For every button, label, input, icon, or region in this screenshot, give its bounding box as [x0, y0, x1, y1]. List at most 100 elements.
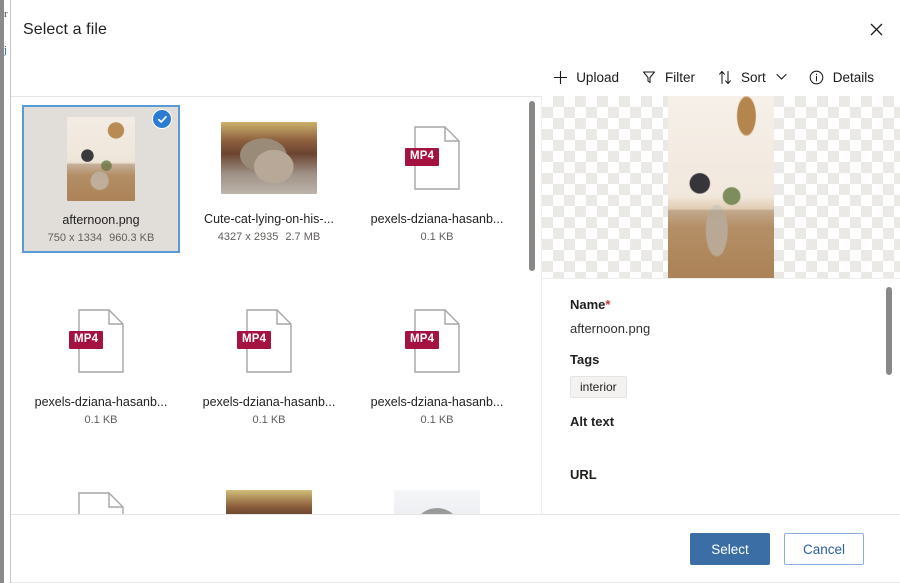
screenshot-root: r j Select a file Up	[0, 0, 900, 583]
file-preview	[542, 96, 900, 279]
details-label: Details	[833, 70, 874, 85]
sort-label: Sort	[741, 70, 766, 85]
file-name: Cute-cat-lying-on-his-...	[204, 212, 334, 226]
file-card[interactable]: Cute-cat-lying-on-his-... 4327 x 2935 2.7…	[190, 105, 348, 253]
filter-label: Filter	[665, 70, 695, 85]
sort-button[interactable]: Sort	[707, 63, 797, 91]
file-name: afternoon.png	[62, 213, 139, 227]
file-card[interactable]: afternoon.png 750 x 1334 960.3 KB	[22, 105, 180, 253]
cancel-button[interactable]: Cancel	[784, 533, 864, 565]
file-card[interactable]	[358, 471, 516, 514]
file-size: 960.3 KB	[109, 232, 154, 244]
mp4-file-icon: MP4	[75, 492, 127, 514]
chevron-down-icon	[776, 73, 787, 81]
url-label: URL	[570, 467, 878, 482]
mp4-file-icon: MP4	[243, 309, 295, 373]
filter-button[interactable]: Filter	[631, 63, 705, 91]
mp4-file-icon: MP4	[75, 309, 127, 373]
dialog-footer: Select Cancel	[11, 514, 900, 583]
select-file-dialog: Select a file Upload	[11, 0, 900, 583]
file-name: pexels-dziana-hasanb...	[371, 395, 504, 409]
file-thumbnail-wrap	[24, 107, 178, 211]
name-value[interactable]: afternoon.png	[570, 321, 878, 336]
file-thumbnail-wrap: MP4	[359, 289, 515, 393]
background-page-scrollbar	[0, 0, 4, 583]
upload-label: Upload	[576, 70, 619, 85]
tag-chip[interactable]: interior	[570, 376, 627, 398]
close-button[interactable]	[860, 13, 892, 45]
file-thumbnail-wrap	[191, 472, 347, 514]
file-name: pexels-dziana-hasanb...	[35, 395, 168, 409]
file-size: 0.1 KB	[252, 414, 285, 426]
file-grid: afternoon.png 750 x 1334 960.3 KB Cute-ca…	[17, 105, 541, 514]
mp4-badge-label: MP4	[405, 331, 439, 349]
file-thumbnail-wrap	[191, 106, 347, 210]
file-meta: 0.1 KB	[252, 414, 285, 426]
file-size: 0.1 KB	[420, 231, 453, 243]
required-asterisk: *	[605, 297, 610, 312]
file-thumbnail-image	[221, 122, 317, 194]
info-circle-icon	[809, 69, 825, 85]
file-grid-pane: afternoon.png 750 x 1334 960.3 KB Cute-ca…	[11, 96, 541, 514]
check-icon	[157, 114, 168, 125]
alt-text-field: Alt text	[570, 414, 878, 429]
tags-field: Tags interior	[570, 352, 878, 398]
plus-icon	[552, 69, 568, 85]
file-card[interactable]: MP4 pexels-dziana-hasanb... 0.1 KB	[22, 288, 180, 436]
file-grid-scrollbar-thumb[interactable]	[529, 101, 535, 271]
file-size: 2.7 MB	[285, 231, 320, 243]
file-size: 0.1 KB	[420, 414, 453, 426]
file-card[interactable]: MP4 pexels-dziana-hasanb... 0.1 KB	[358, 105, 516, 253]
file-thumbnail-image	[67, 117, 135, 201]
file-card[interactable]: MP4 pexels-dziana-hasanb... 0.1 KB	[358, 288, 516, 436]
file-thumbnail-wrap: MP4	[23, 289, 179, 393]
close-icon	[870, 23, 883, 36]
dialog-title: Select a file	[23, 21, 107, 39]
select-button[interactable]: Select	[690, 533, 770, 565]
file-thumbnail-wrap: MP4	[191, 289, 347, 393]
file-thumbnail-wrap: MP4	[359, 106, 515, 210]
file-card[interactable]	[190, 471, 348, 514]
mp4-file-icon: MP4	[411, 309, 463, 373]
file-card[interactable]: MP4	[22, 471, 180, 514]
file-grid-scroll-area: afternoon.png 750 x 1334 960.3 KB Cute-ca…	[11, 97, 541, 514]
preview-image	[668, 96, 774, 278]
mp4-file-icon: MP4	[411, 126, 463, 190]
upload-button[interactable]: Upload	[542, 63, 629, 91]
mp4-badge-label: MP4	[405, 148, 439, 166]
details-button[interactable]: Details	[799, 63, 884, 91]
file-name: pexels-dziana-hasanb...	[371, 212, 504, 226]
alt-text-label: Alt text	[570, 414, 878, 429]
background-page-edge: r j	[0, 0, 11, 583]
background-glyph-top: r	[4, 8, 8, 20]
details-scrollbar[interactable]	[884, 287, 894, 506]
tags-label: Tags	[570, 352, 878, 367]
file-meta: 0.1 KB	[420, 231, 453, 243]
sort-arrows-icon	[717, 69, 733, 85]
dialog-body: afternoon.png 750 x 1334 960.3 KB Cute-ca…	[11, 96, 900, 514]
file-dimensions: 750 x 1334	[48, 232, 102, 244]
dialog-header: Select a file	[11, 0, 900, 58]
details-scrollbar-thumb[interactable]	[886, 287, 892, 375]
file-dimensions: 4327 x 2935	[218, 231, 279, 243]
name-field: Name* afternoon.png	[570, 297, 878, 336]
file-thumbnail-image	[394, 490, 480, 514]
file-meta: 0.1 KB	[420, 414, 453, 426]
name-label: Name*	[570, 297, 878, 312]
file-thumbnail-wrap	[359, 472, 515, 514]
file-name: pexels-dziana-hasanb...	[203, 395, 336, 409]
mp4-badge-label: MP4	[69, 331, 103, 349]
file-thumbnail-wrap: MP4	[23, 472, 179, 514]
file-meta: 4327 x 2935 2.7 MB	[218, 231, 320, 243]
file-card[interactable]: MP4 pexels-dziana-hasanb... 0.1 KB	[190, 288, 348, 436]
details-pane: Name* afternoon.png Tags interior Alt te…	[541, 96, 900, 514]
name-label-text: Name	[570, 297, 605, 312]
url-field: URL	[570, 467, 878, 482]
selected-check-badge	[152, 109, 172, 129]
mp4-badge-label: MP4	[237, 331, 271, 349]
file-thumbnail-image	[226, 490, 312, 514]
file-grid-scrollbar[interactable]	[526, 99, 538, 512]
file-size: 0.1 KB	[84, 414, 117, 426]
file-metadata-form: Name* afternoon.png Tags interior Alt te…	[542, 279, 900, 514]
file-meta: 750 x 1334 960.3 KB	[48, 232, 155, 244]
